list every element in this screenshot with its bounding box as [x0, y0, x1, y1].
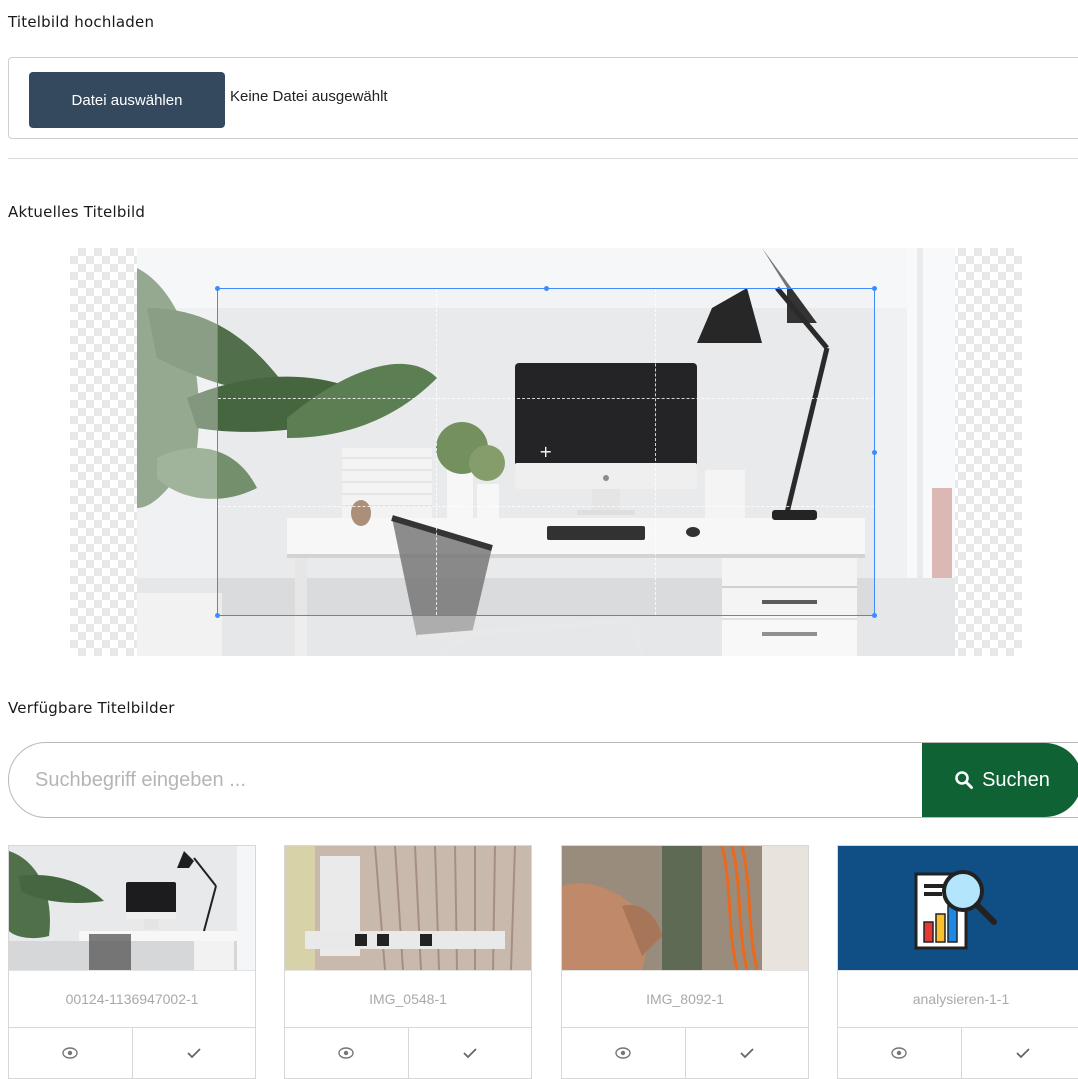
image-cropper[interactable]: + [70, 248, 1022, 656]
card-caption: IMG_8092-1 [562, 970, 808, 1028]
search-button-label: Suchen [982, 768, 1050, 791]
card-thumbnail[interactable] [9, 846, 255, 970]
crop-handle-ne[interactable] [872, 286, 877, 291]
search-bar: Suchen [8, 742, 1078, 818]
preview-button[interactable] [285, 1028, 408, 1078]
check-icon [1016, 1048, 1030, 1059]
crop-handle-nw[interactable] [215, 286, 220, 291]
crop-mask-right [875, 248, 955, 656]
crop-handle-sw[interactable] [215, 613, 220, 618]
crop-mask-left [137, 248, 217, 656]
crop-mask-top [217, 248, 875, 288]
file-upload-field: Datei auswählen Keine Datei ausgewählt [8, 57, 1078, 139]
crop-handle-n[interactable] [544, 286, 549, 291]
upload-section-title: Titelbild hochladen [8, 13, 155, 31]
select-button[interactable] [684, 1028, 809, 1078]
crop-guide-line [218, 397, 874, 399]
crop-guide-line [654, 289, 656, 615]
eye-icon [62, 1047, 78, 1059]
check-icon [740, 1048, 754, 1059]
crop-center-icon: + [539, 442, 553, 461]
search-input[interactable] [9, 743, 921, 817]
card-thumbnail[interactable] [838, 846, 1078, 970]
search-button[interactable]: Suchen [922, 743, 1078, 817]
preview-button[interactable] [9, 1028, 132, 1078]
crop-mask-bottom [217, 616, 875, 656]
image-card: analysieren-1-1 [837, 845, 1078, 1079]
file-status-text: Keine Datei ausgewählt [230, 88, 388, 105]
card-caption: analysieren-1-1 [838, 970, 1078, 1028]
eye-icon [615, 1047, 631, 1059]
crop-handle-se[interactable] [872, 613, 877, 618]
check-icon [463, 1048, 477, 1059]
preview-button[interactable] [838, 1028, 961, 1078]
card-thumbnail[interactable] [562, 846, 808, 970]
select-button[interactable] [407, 1028, 532, 1078]
image-card: IMG_0548-1 [284, 845, 532, 1079]
current-image-title: Aktuelles Titelbild [8, 203, 146, 221]
image-card: 00124-1136947002-1 [8, 845, 256, 1079]
crop-handle-e[interactable] [872, 450, 877, 455]
magnifier-icon [955, 771, 974, 789]
section-divider [8, 158, 1078, 159]
eye-icon [891, 1047, 907, 1059]
select-button[interactable] [131, 1028, 256, 1078]
image-card: IMG_8092-1 [561, 845, 809, 1079]
card-thumbnail[interactable] [285, 846, 531, 970]
card-caption: 00124-1136947002-1 [9, 970, 255, 1028]
crop-guide-line [436, 289, 438, 615]
preview-button[interactable] [562, 1028, 685, 1078]
choose-file-button[interactable]: Datei auswählen [29, 72, 225, 128]
check-icon [187, 1048, 201, 1059]
crop-guide-line [218, 506, 874, 508]
eye-icon [338, 1047, 354, 1059]
card-caption: IMG_0548-1 [285, 970, 531, 1028]
select-button[interactable] [960, 1028, 1078, 1078]
available-images-title: Verfügbare Titelbilder [8, 699, 175, 717]
